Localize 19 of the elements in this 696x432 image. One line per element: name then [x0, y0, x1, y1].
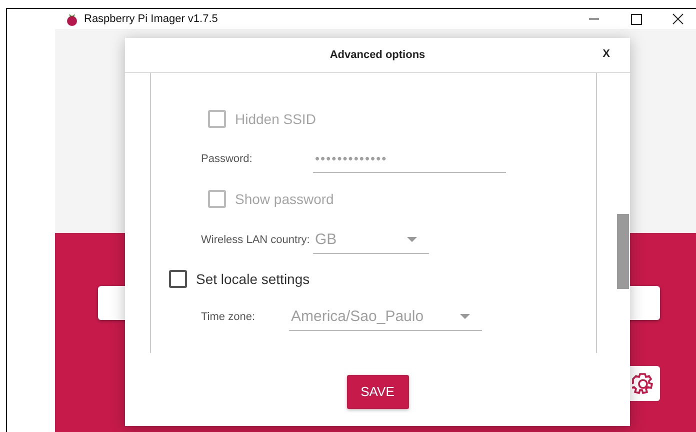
minimize-icon[interactable]	[588, 18, 600, 20]
checkbox[interactable]	[169, 270, 187, 288]
scroll-thumb[interactable]	[617, 214, 630, 289]
checkbox-label: Hidden SSID	[235, 111, 316, 127]
settings-icon	[632, 372, 654, 394]
field-label: Wireless LAN country:	[201, 234, 311, 246]
dropdown-arrow-icon	[407, 237, 417, 242]
checkbox-label: Show password	[235, 191, 334, 207]
close-icon[interactable]	[672, 13, 684, 25]
field-label: Password:	[201, 153, 254, 165]
raspberry-icon	[66, 12, 78, 26]
dialog-title: Advanced options	[330, 49, 426, 61]
save-button[interactable]: SAVE	[346, 374, 408, 408]
maximize-icon[interactable]	[630, 14, 642, 24]
close-button[interactable]: X	[602, 48, 610, 60]
dropdown-arrow-icon	[460, 314, 470, 319]
window-title: Raspberry Pi Imager v1.7.5	[84, 13, 219, 25]
field-label: Time zone:	[201, 311, 256, 323]
checkbox-label: Set locale settings	[196, 271, 310, 287]
